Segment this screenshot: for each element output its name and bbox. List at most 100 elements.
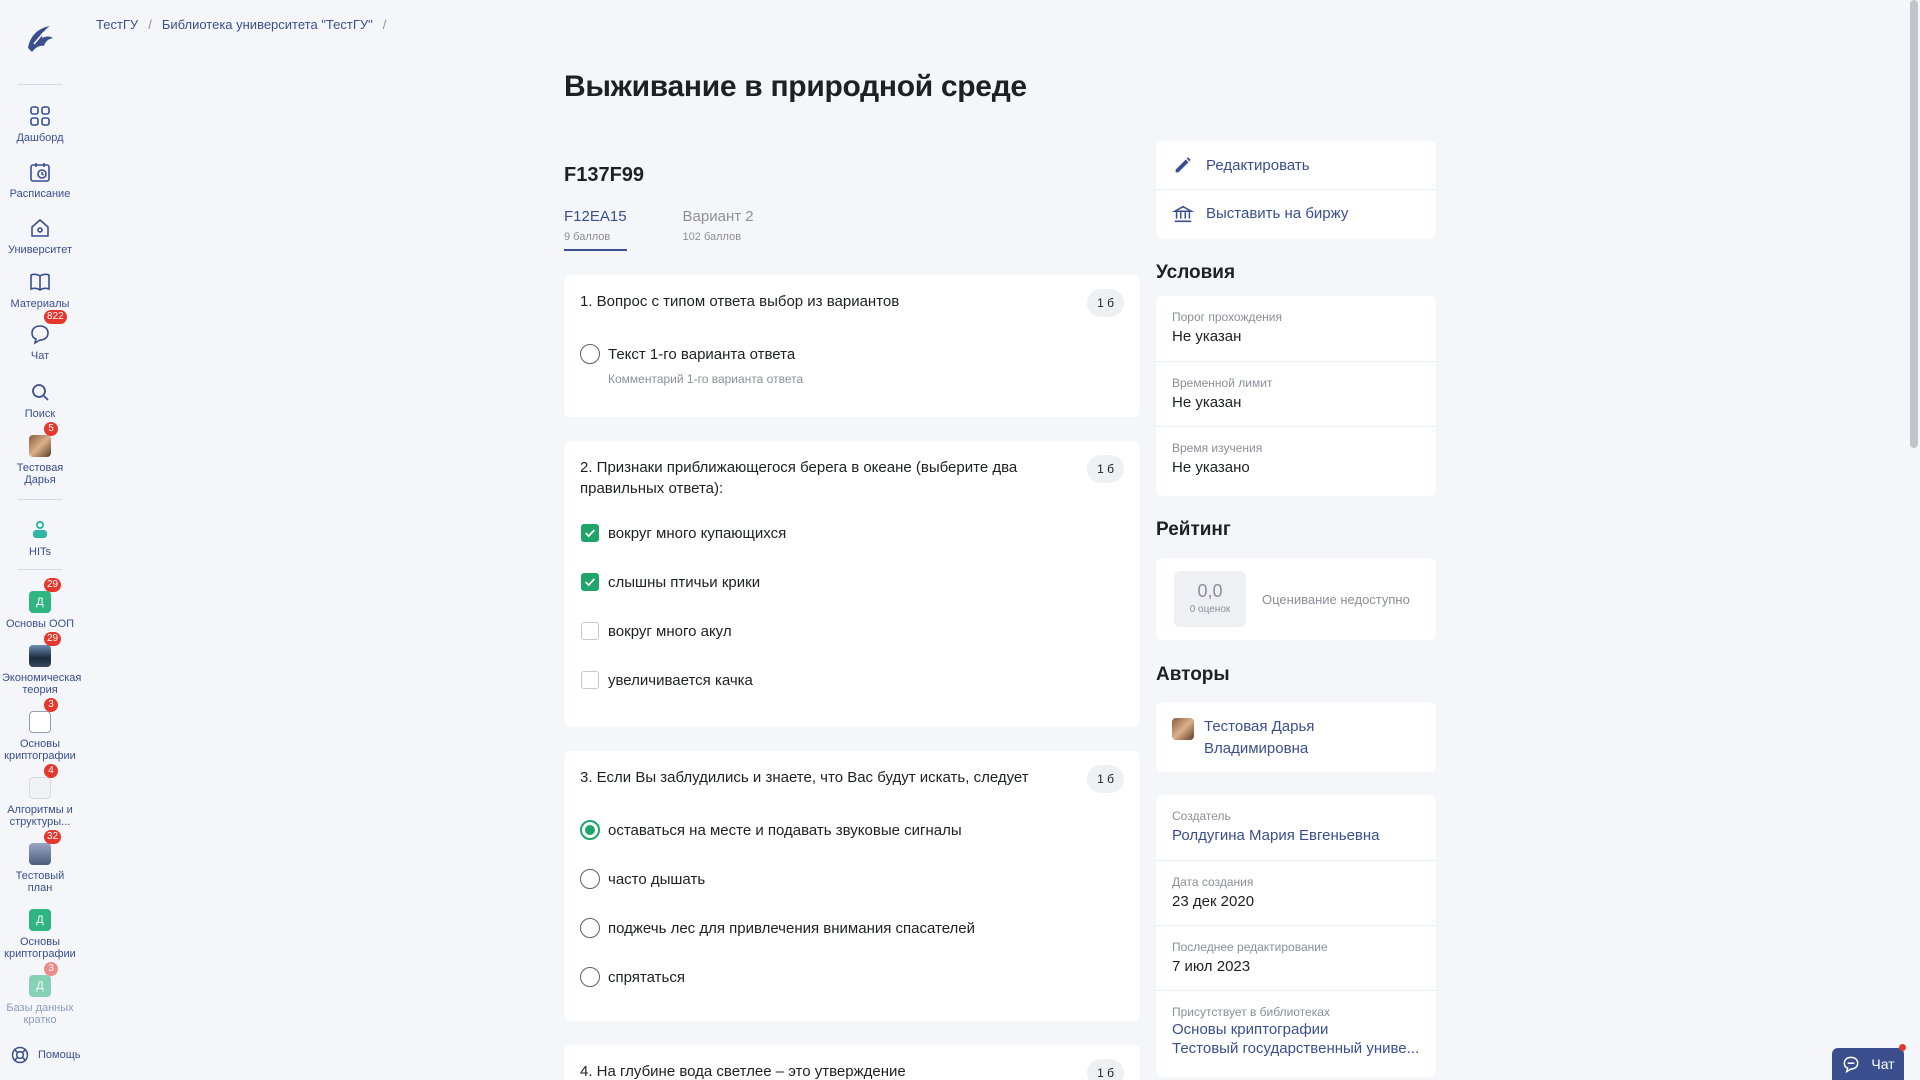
course-image (29, 645, 51, 667)
checkbox-wrapper (580, 621, 600, 641)
question-card: 1. Вопрос с типом ответа выбор из вариан… (564, 275, 1140, 417)
creator-link[interactable]: Ролдугина Мария Евгеньевна (1172, 827, 1420, 844)
sidebar-item-label: Экономическая теория (2, 672, 82, 696)
chat-label: Чат (1871, 1056, 1895, 1072)
sidebar-item-course-algorithms[interactable]: 4 Алгоритмы и структуры... (0, 764, 80, 828)
tab-points: 9 баллов (564, 231, 611, 243)
breadcrumb-link-university[interactable]: ТестГУ (96, 17, 138, 32)
sidebar-item-course-test-plan[interactable]: 32 Тестовый план (0, 830, 80, 894)
radio-button[interactable] (580, 967, 600, 987)
unread-badge: 5 (44, 422, 58, 436)
calendar-clock-icon (28, 160, 52, 184)
meta-value: 23 дек 2020 (1172, 893, 1255, 910)
condition-row: Временной лимит Не указан (1156, 361, 1436, 426)
meta-value: 7 июл 2023 (1172, 958, 1251, 975)
sidebar-item-course-economics[interactable]: 29 Экономическая теория (0, 632, 82, 696)
help-label: Помощь (38, 1049, 81, 1061)
sidebar-item-profile[interactable]: 5 Тестовая Дарья (0, 422, 80, 486)
meta-key: Присутствует в библиотеках (1172, 1005, 1330, 1019)
library-link[interactable]: Тестовый государственный униве... (1172, 1040, 1420, 1057)
answer-option[interactable]: Текст 1-го варианта ответа (580, 342, 1124, 366)
radio-button[interactable] (580, 918, 600, 938)
meta-key: Дата создания (1172, 875, 1254, 889)
author-name[interactable]: Тестовая Дарья Владимировна (1204, 716, 1314, 760)
sidebar-item-schedule[interactable]: Расписание (0, 160, 80, 200)
question-text: 2. Признаки приближающегося берега в оке… (580, 459, 1018, 497)
option-label: увеличивается качка (608, 671, 753, 689)
sidebar: Дашборд Расписание Университет Материалы… (0, 0, 82, 1080)
help-button[interactable]: Помощь (10, 1045, 81, 1065)
answer-option[interactable]: поджечь лес для привлечения внимания спа… (580, 916, 1124, 940)
sidebar-item-label: Тестовый план (15, 870, 65, 894)
page-title: Выживание в природной среде (564, 70, 1027, 103)
answer-option[interactable]: увеличивается качка (580, 668, 1124, 692)
checkbox-wrapper (580, 572, 600, 592)
course-avatar-wrapper: 3 (28, 698, 58, 734)
checkbox[interactable] (581, 671, 599, 689)
authors-heading: Авторы (1156, 664, 1230, 685)
sidebar-item-label: Поиск (24, 408, 56, 420)
author-row[interactable]: Тестовая Дарья Владимировна (1156, 702, 1436, 772)
condition-value: Не указан (1172, 328, 1242, 345)
answer-option[interactable]: вокруг много купающихся (580, 521, 1124, 545)
radio-wrapper (580, 967, 600, 987)
check-icon (585, 529, 596, 538)
breadcrumb-link-library[interactable]: Библиотека университета "ТестГУ" (162, 17, 373, 32)
question-text: 1. Вопрос с типом ответа выбор из вариан… (580, 293, 900, 310)
condition-row: Время изучения Не указано (1156, 426, 1436, 491)
edit-label: Редактировать (1206, 156, 1310, 174)
radio-wrapper (580, 918, 600, 938)
rating-score: 0,0 0 оценок (1174, 571, 1246, 627)
authors-card: Тестовая Дарья Владимировна (1156, 702, 1436, 772)
check-icon (585, 578, 596, 587)
tab-points: 102 баллов (682, 231, 742, 243)
answer-option[interactable]: часто дышать (580, 867, 1124, 891)
sidebar-item-course-oop[interactable]: Д 29 Основы ООП (0, 578, 80, 630)
answer-option[interactable]: спрятаться (580, 965, 1124, 989)
sidebar-item-hits[interactable]: HITs (0, 518, 80, 558)
checkbox-checked[interactable] (581, 524, 599, 542)
sidebar-item-label: Базы данных кратко (6, 1002, 74, 1026)
sidebar-item-materials[interactable]: Материалы (0, 270, 80, 310)
points-badge: 1 б (1087, 1059, 1124, 1080)
answer-option[interactable]: оставаться на месте и подавать звуковые … (580, 818, 1124, 842)
course-avatar-wrapper: Д (28, 908, 52, 932)
checkbox-checked[interactable] (581, 573, 599, 591)
sidebar-item-chat[interactable]: 822 Чат (0, 310, 80, 362)
author-name-line1: Тестовая Дарья (1204, 718, 1315, 735)
radio-button-selected[interactable] (580, 820, 600, 840)
tab-variant-1[interactable]: F12EA15 9 баллов (564, 208, 627, 251)
tab-name: F12EA15 (564, 208, 627, 225)
edit-button[interactable]: Редактировать (1156, 141, 1436, 189)
course-image (29, 777, 51, 799)
radio-button[interactable] (580, 344, 600, 364)
unread-badge: 822 (44, 310, 67, 324)
exchange-button[interactable]: Выставить на биржу (1156, 189, 1436, 237)
sidebar-item-label: Материалы (10, 298, 70, 310)
library-link[interactable]: Основы криптографии (1172, 1021, 1420, 1038)
course-avatar: Д (29, 909, 51, 931)
sidebar-item-course-databases[interactable]: Д 3 Базы данных кратко (0, 962, 80, 1026)
answer-option[interactable]: вокруг много акул (580, 619, 1124, 643)
page-scrollbar[interactable] (1908, 0, 1920, 1080)
question-card: 3. Если Вы заблудились и знаете, что Вас… (564, 751, 1140, 1021)
sidebar-item-search[interactable]: Поиск (0, 380, 80, 420)
sidebar-item-course-crypto-2[interactable]: Д Основы криптографии (0, 908, 80, 960)
radio-wrapper (580, 869, 600, 889)
sidebar-item-dashboard[interactable]: Дашборд (0, 104, 80, 144)
tab-variant-2[interactable]: Вариант 2 102 баллов (683, 208, 754, 251)
rating-count: 0 оценок (1189, 604, 1231, 615)
question-header: 1. Вопрос с типом ответа выбор из вариан… (580, 289, 1124, 317)
sidebar-item-course-crypto[interactable]: 3 Основы криптографии (0, 698, 80, 762)
course-avatar-wrapper: 29 (28, 632, 62, 668)
university-logo-icon[interactable] (20, 18, 60, 58)
radio-button[interactable] (580, 869, 600, 889)
scrollbar-thumb[interactable] (1910, 0, 1918, 448)
sidebar-item-university[interactable]: Университет (0, 216, 80, 256)
meta-card: Создатель Ролдугина Мария Евгеньевна Дат… (1156, 795, 1436, 1077)
checkbox[interactable] (581, 622, 599, 640)
chat-button[interactable]: Чат (1832, 1048, 1904, 1080)
answer-option[interactable]: слышны птичьи крики (580, 570, 1124, 594)
course-avatar-wrapper: 32 (28, 830, 62, 866)
tab-name: Вариант 2 (682, 208, 754, 225)
